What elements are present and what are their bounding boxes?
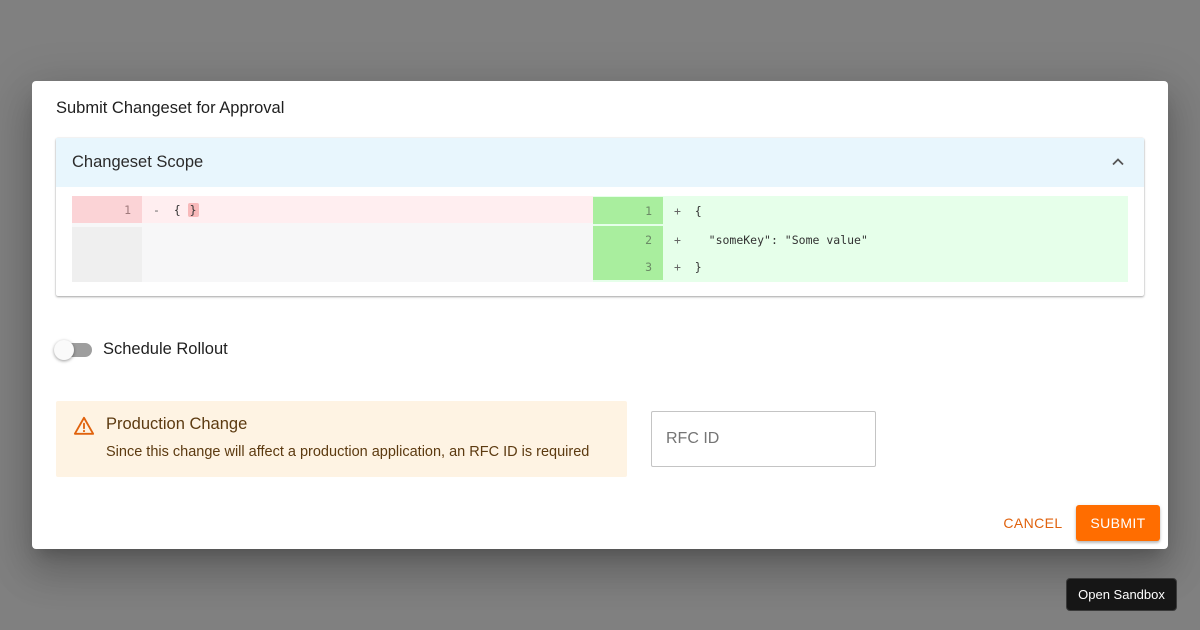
production-change-alert: Production Change Since this change will… xyxy=(56,401,627,477)
diff-prefix: - xyxy=(153,203,160,217)
code-line: + { xyxy=(663,197,1128,224)
line-number: 3 xyxy=(593,253,663,280)
line-number: 1 xyxy=(72,196,142,223)
code-line: + "someKey": "Some value" xyxy=(663,226,1128,253)
rfc-id-input[interactable] xyxy=(652,412,875,466)
rfc-id-field[interactable] xyxy=(651,411,876,467)
line-number: 1 xyxy=(593,197,663,224)
diff-new-pane: 1 + { 2 + "someKey": "Some value" 3 + } xyxy=(593,196,1128,282)
deleted-token: } xyxy=(187,203,199,217)
line-number: 2 xyxy=(593,226,663,253)
diff-prefix: + xyxy=(674,260,681,274)
diff-prefix: + xyxy=(674,233,681,247)
diff-added-line: 2 + "someKey": "Some value" xyxy=(593,226,1128,253)
code-text: } xyxy=(694,260,702,274)
empty-gutter xyxy=(72,227,142,282)
cancel-button[interactable]: CANCEL xyxy=(996,505,1070,541)
submit-button[interactable]: SUBMIT xyxy=(1076,505,1160,541)
diff-deleted-line: 1 - { } xyxy=(72,196,593,223)
diff-old-pane: 1 - { } xyxy=(72,196,593,282)
diff-added-line: 3 + } xyxy=(593,253,1128,280)
schedule-rollout-label[interactable]: Schedule Rollout xyxy=(103,340,228,359)
toggle-thumb[interactable] xyxy=(54,340,74,360)
code-text: "someKey": "Some value" xyxy=(694,233,868,247)
diff-empty-line xyxy=(72,227,593,282)
code-text: { xyxy=(173,203,181,217)
warning-icon xyxy=(73,416,95,435)
code-line: - { } xyxy=(142,196,593,223)
diff-prefix: + xyxy=(674,204,681,218)
dialog-title: Submit Changeset for Approval xyxy=(56,99,285,117)
alert-message: Since this change will affect a producti… xyxy=(106,444,590,460)
open-sandbox-button[interactable]: Open Sandbox xyxy=(1066,578,1177,611)
code-text: { xyxy=(694,204,702,218)
code-line: + } xyxy=(663,253,1128,280)
chevron-up-icon[interactable] xyxy=(1110,154,1126,170)
schedule-rollout-toggle[interactable] xyxy=(54,340,92,360)
diff-viewer: 1 - { } 1 + { 2 + "someKey": "Some value… xyxy=(72,196,1128,282)
accordion-header[interactable]: Changeset Scope xyxy=(56,138,1144,187)
submit-changeset-dialog: Submit Changeset for Approval Changeset … xyxy=(32,81,1168,549)
changeset-scope-accordion: Changeset Scope 1 - { } 1 + {2 + "someK… xyxy=(56,138,1144,296)
alert-title: Production Change xyxy=(106,415,248,433)
accordion-title: Changeset Scope xyxy=(72,153,204,171)
diff-added-line: 1 + { xyxy=(593,197,1128,224)
